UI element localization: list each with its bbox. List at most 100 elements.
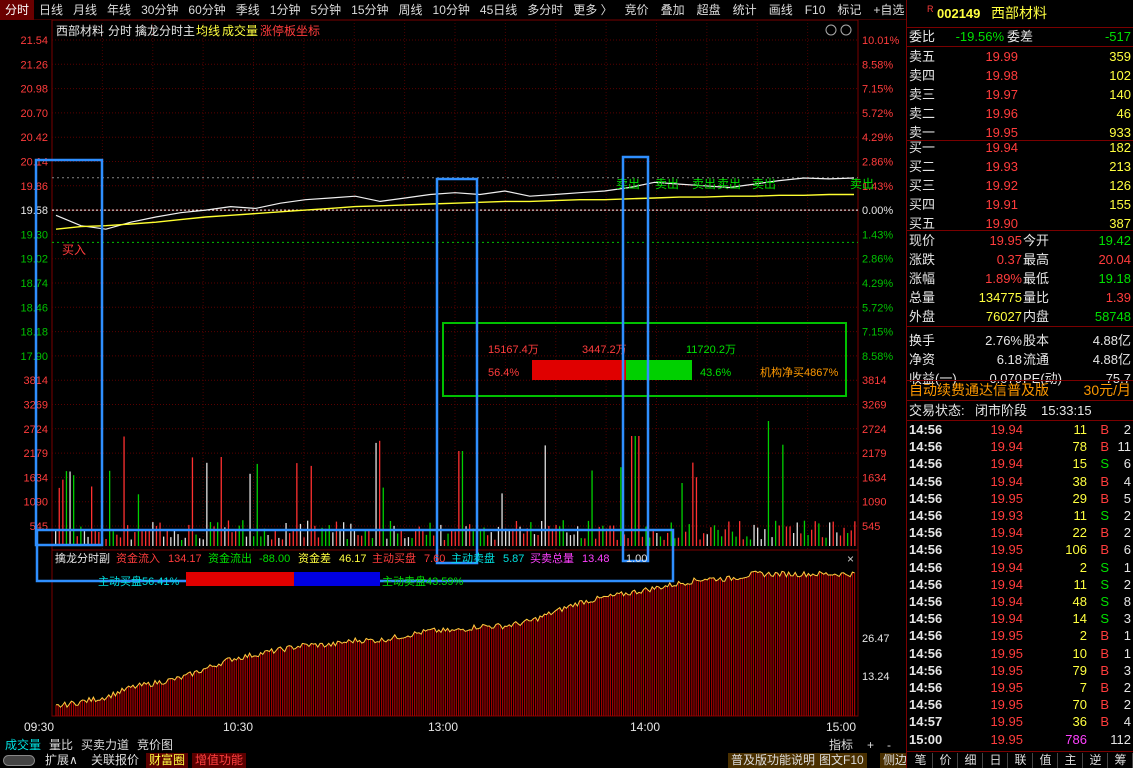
tick-count: 3 xyxy=(1123,611,1131,627)
price-tick: 19.86 xyxy=(20,181,48,193)
volume-bar xyxy=(65,471,68,546)
detail-tab[interactable]: 笔 xyxy=(909,753,933,768)
volume-bar xyxy=(62,479,64,546)
tick-volume: 10 xyxy=(1072,645,1087,661)
tick-volume: 786 xyxy=(1065,731,1087,747)
tick-volume: 15 xyxy=(1072,456,1087,472)
toolbar-button[interactable]: 竞价 xyxy=(620,0,654,20)
detail-tab[interactable]: 联 xyxy=(1009,753,1033,768)
price-tick: 19.58 xyxy=(20,205,48,217)
toolbar-button[interactable]: 画线 xyxy=(764,0,798,20)
toolbar-button[interactable]: +自选 xyxy=(868,0,909,20)
volume-bar xyxy=(55,530,57,546)
detail-tab[interactable]: 价 xyxy=(934,753,958,768)
volume-bar xyxy=(130,539,132,546)
active-buy-bar xyxy=(186,572,294,586)
volume-bar xyxy=(771,537,773,546)
volume-bar xyxy=(569,535,572,546)
volume-bar xyxy=(116,534,118,546)
tick-count: 2 xyxy=(1123,697,1131,713)
promo-price[interactable]: 30元/月 xyxy=(1084,381,1131,400)
period-tab[interactable]: 分时 xyxy=(0,0,35,20)
detail-tab[interactable]: 主 xyxy=(1059,753,1083,768)
bottom-tab[interactable]: 增值功能 xyxy=(192,753,247,768)
close-pane-icon[interactable]: × xyxy=(847,552,854,566)
detail-tab[interactable]: 细 xyxy=(959,753,983,768)
period-tab[interactable]: 5分钟 xyxy=(305,0,346,20)
toolbar-button[interactable]: 叠加 xyxy=(656,0,690,20)
indicator-tab[interactable]: 成交量 xyxy=(2,738,44,753)
bottom-link[interactable]: 图文F10 xyxy=(816,753,867,768)
bottom-tab[interactable]: 扩展∧ xyxy=(42,753,81,768)
period-tab[interactable]: 月线 xyxy=(68,0,102,20)
promo-text[interactable]: 自动续费通达信普及版 xyxy=(909,381,1049,400)
indicator-button[interactable]: 指标 xyxy=(826,738,856,753)
tick-side: B xyxy=(1100,714,1109,730)
indicator-tab[interactable]: 竞价图 xyxy=(134,738,176,753)
limit-axis-label[interactable]: 涨停板坐标 xyxy=(260,23,320,38)
tick-time: 14:56 xyxy=(909,680,943,695)
volume-bar xyxy=(350,523,352,546)
detail-tab[interactable]: 值 xyxy=(1034,753,1058,768)
volume-bar xyxy=(281,539,284,546)
tick-price: 19.95 xyxy=(990,714,1023,730)
function-toggle[interactable] xyxy=(3,755,35,766)
zoom-out-icon[interactable] xyxy=(840,24,852,36)
tick-row: 15:00 19.95 786 112 xyxy=(907,731,1133,748)
volume-bar xyxy=(728,521,730,546)
toolbar-button[interactable]: 统计 xyxy=(728,0,762,20)
period-tab[interactable]: 10分钟 xyxy=(428,0,475,20)
tick-row: 14:56 19.95 106 B 6 xyxy=(907,541,1133,558)
detail-tab[interactable]: 日 xyxy=(984,753,1008,768)
zoom-minus-button[interactable]: - xyxy=(884,738,894,753)
chart-canvas[interactable]: 西部材料 分时 擒龙分时主 均线 成交量 涨停板坐标 21.54 21.26 20.98 20.7… xyxy=(0,19,906,738)
volume-bar xyxy=(303,537,305,546)
period-tab[interactable]: 日线 xyxy=(34,0,68,20)
volume-bar xyxy=(663,539,665,546)
period-tab[interactable]: 多分时 xyxy=(522,0,568,20)
tick-count: 6 xyxy=(1123,456,1131,472)
volume-bar xyxy=(839,535,842,546)
volume-bar xyxy=(757,527,759,546)
period-tab[interactable]: 季线 xyxy=(231,0,265,20)
volume-bar xyxy=(181,540,183,546)
period-tab[interactable]: 15分钟 xyxy=(346,0,393,20)
detail-tab[interactable]: 逆 xyxy=(1084,753,1108,768)
period-tab[interactable]: 30分钟 xyxy=(136,0,183,20)
zoom-plus-button[interactable]: + xyxy=(864,738,877,753)
bottom-tab[interactable]: 关联报价 xyxy=(88,753,142,768)
volume-bar xyxy=(847,533,849,546)
zoom-in-icon[interactable] xyxy=(825,24,837,36)
period-tab[interactable]: 45日线 xyxy=(475,0,522,20)
sell-signal: 卖出 xyxy=(655,177,679,191)
sub-pane-chart: 26.47 13.24 xyxy=(55,570,890,716)
stat-value: 4.88亿 xyxy=(1092,352,1131,367)
toolbar-button[interactable]: 标记 xyxy=(832,0,866,20)
toolbar-button[interactable]: 超盘 xyxy=(692,0,726,20)
tick-price: 19.95 xyxy=(990,680,1023,695)
volume-bar xyxy=(674,538,676,546)
avg-line xyxy=(55,193,854,230)
period-tab[interactable]: 更多 〉 xyxy=(568,0,617,20)
indicator-tab[interactable]: 买卖力道 xyxy=(78,738,132,753)
sell-signal: 卖出 xyxy=(717,177,741,191)
bottom-tab[interactable]: 财富圈 xyxy=(146,753,189,768)
period-tab[interactable]: 1分钟 xyxy=(265,0,306,20)
volume-bar xyxy=(591,470,593,546)
volume-bar xyxy=(692,462,694,546)
period-tab[interactable]: 60分钟 xyxy=(183,0,230,20)
toolbar-button[interactable]: F10 xyxy=(800,0,831,20)
bottom-link[interactable]: 普及版功能说明 xyxy=(728,753,819,768)
volume-bar xyxy=(253,536,255,546)
tick-volume: 11 xyxy=(1073,508,1088,523)
intraday-chart[interactable]: 西部材料 分时 擒龙分时主 均线 成交量 涨停板坐标 21.54 21.26 20.98 20.7… xyxy=(0,19,906,738)
detail-tab[interactable]: 筹 xyxy=(1109,753,1133,768)
volume-bar xyxy=(602,525,604,546)
indicator-label[interactable]: 擒龙分时主 xyxy=(135,23,195,38)
fund-in-value: 15167.4万 xyxy=(488,344,539,356)
indicator-tab[interactable]: 量比 xyxy=(46,738,76,753)
pct-tick: 7.15% xyxy=(862,327,893,339)
volume-bar xyxy=(112,531,114,546)
period-tab[interactable]: 周线 xyxy=(394,0,428,20)
period-tab[interactable]: 年线 xyxy=(102,0,136,20)
